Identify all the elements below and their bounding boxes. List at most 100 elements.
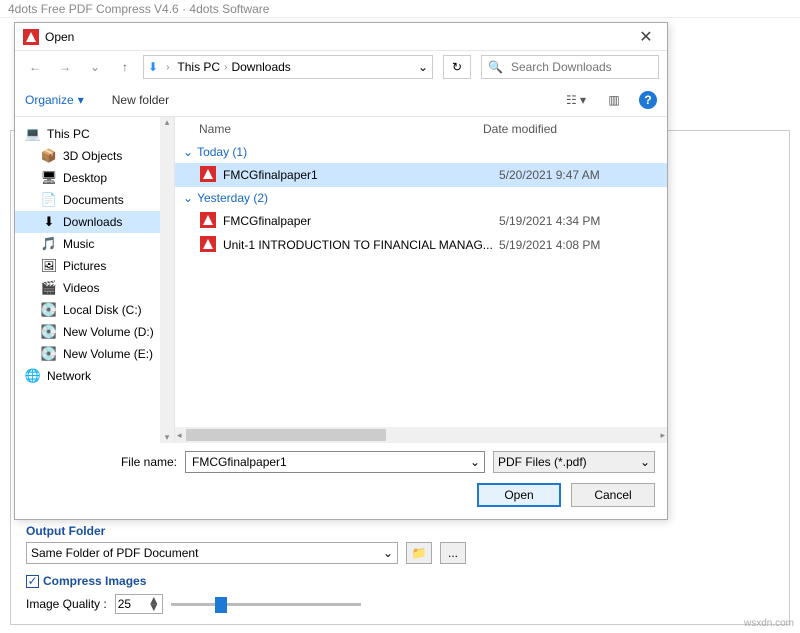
pdf-file-icon <box>199 212 217 231</box>
tree-item-label: This PC <box>47 127 90 141</box>
tree-item-new-volume-e-[interactable]: 💽New Volume (E:) <box>15 343 174 365</box>
group-label: Today (1) <box>197 145 247 159</box>
file-list-pane: Name Date modified ⌄ Today (1) FMCGfinalpa… <box>175 117 667 443</box>
view-mode-button[interactable]: ☷ ▾ <box>559 88 593 112</box>
tree-item-label: Downloads <box>63 215 122 229</box>
column-headers: Name Date modified <box>175 117 667 141</box>
tree-item-label: Videos <box>63 281 99 295</box>
tree-item-music[interactable]: 🎵 Music <box>15 233 174 255</box>
new-folder-button[interactable]: New folder <box>112 93 169 107</box>
address-dropdown-icon[interactable]: ⌄ <box>418 60 428 74</box>
filename-label: File name: <box>27 455 177 469</box>
up-button[interactable]: ↑ <box>113 55 137 79</box>
dialog-title: Open <box>45 30 633 44</box>
tree-item-3d-objects[interactable]: 📦3D Objects <box>15 145 174 167</box>
tree-scrollbar[interactable]: ▴ ▾ <box>160 117 174 443</box>
tree-item-icon: 💻 <box>25 126 41 142</box>
tree-item-network[interactable]: 🌐 Network <box>15 365 174 387</box>
tree-item-icon: 💽 <box>41 346 57 362</box>
refresh-button[interactable]: ↻ <box>443 55 471 79</box>
dialog-body: 💻 This PC 📦3D Objects 🖥 Desktop 📄 Documents ⬇Do… <box>15 117 667 443</box>
tree-item-pictures[interactable]: 🖼Pictures <box>15 255 174 277</box>
tree-item-documents[interactable]: 📄 Documents <box>15 189 174 211</box>
tree-item-downloads[interactable]: ⬇Downloads <box>15 211 174 233</box>
group-label: Yesterday (2) <box>197 191 268 205</box>
pdf-file-icon <box>199 236 217 255</box>
tree-item-label: Network <box>47 369 91 383</box>
file-row[interactable]: FMCGfinalpaper5/19/2021 4:34 PM <box>175 209 667 233</box>
tree-item-label: Documents <box>63 193 124 207</box>
downloads-icon: ⬇ <box>148 60 158 74</box>
tree-item-desktop[interactable]: 🖥 Desktop <box>15 167 174 189</box>
scroll-right-icon[interactable]: ▸ <box>660 430 665 441</box>
file-row[interactable]: Unit-1 INTRODUCTION TO FINANCIAL MANAG..… <box>175 233 667 257</box>
preview-pane-button[interactable]: ▥ <box>597 88 631 112</box>
dialog-bottom: File name: ⌄ PDF Files (*.pdf) ⌄ Open Ca… <box>15 443 667 519</box>
file-name: Unit-1 INTRODUCTION TO FINANCIAL MANAG..… <box>223 238 499 252</box>
organize-button[interactable]: Organize ▾ <box>25 93 84 107</box>
chevron-down-icon: ⌄ <box>183 145 193 159</box>
help-button[interactable]: ? <box>639 91 657 109</box>
search-box[interactable]: 🔍 <box>481 55 659 79</box>
step-down-icon[interactable]: ▼ <box>148 604 160 611</box>
close-button[interactable]: ✕ <box>633 27 659 47</box>
recent-chevron-icon[interactable]: ⌄ <box>83 55 107 79</box>
scroll-down-icon[interactable]: ▾ <box>165 432 170 443</box>
tree-item-label: New Volume (D:) <box>63 325 154 339</box>
pdf-app-icon <box>23 29 39 45</box>
tree-item-icon: 🌐 <box>25 368 41 384</box>
nav-row: ← → ⌄ ↑ ⬇ › This PC › Downloads ⌄ ↻ 🔍 <box>15 51 667 83</box>
tree-item-this-pc[interactable]: 💻 This PC <box>15 123 174 145</box>
chevron-down-icon[interactable]: ⌄ <box>470 455 480 469</box>
file-date: 5/19/2021 4:08 PM <box>499 238 659 252</box>
chevron-down-icon: ▾ <box>78 93 84 107</box>
file-date: 5/19/2021 4:34 PM <box>499 214 659 228</box>
tree-item-label: Desktop <box>63 171 107 185</box>
more-options-button[interactable]: ... <box>440 542 466 564</box>
output-folder-select[interactable]: Same Folder of PDF Document ⌄ <box>26 542 398 564</box>
chevron-right-icon: › <box>164 62 171 73</box>
tree-item-local-disk-c-[interactable]: 💽Local Disk (C:) <box>15 299 174 321</box>
cancel-button[interactable]: Cancel <box>571 483 655 507</box>
compress-images-checkbox[interactable]: ✓ <box>26 575 39 588</box>
filename-field[interactable]: ⌄ <box>185 451 485 473</box>
chevron-right-icon: › <box>222 62 229 73</box>
file-group-header[interactable]: ⌄ Today (1) <box>175 141 667 163</box>
app-titlebar: 4dots Free PDF Compress V4.6 · 4dots Sof… <box>0 0 800 18</box>
browse-folder-button[interactable]: 📁 <box>406 542 432 564</box>
file-name: FMCGfinalpaper1 <box>223 168 499 182</box>
column-name[interactable]: Name <box>183 122 483 136</box>
tree-item-icon: 📦 <box>41 148 57 164</box>
scroll-thumb[interactable] <box>186 429 386 441</box>
breadcrumb: This PC › Downloads <box>177 60 412 74</box>
forward-button: → <box>53 55 77 79</box>
tree-item-icon: 📄 <box>41 192 57 208</box>
back-button[interactable]: ← <box>23 55 47 79</box>
open-button[interactable]: Open <box>477 483 561 507</box>
file-type-filter[interactable]: PDF Files (*.pdf) ⌄ <box>493 451 655 473</box>
image-quality-slider[interactable] <box>171 596 361 612</box>
file-group-header[interactable]: ⌄Yesterday (2) <box>175 187 667 209</box>
column-date[interactable]: Date modified <box>483 122 659 136</box>
app-title: 4dots Free PDF Compress V4.6 · 4dots Sof… <box>8 2 269 16</box>
address-bar[interactable]: ⬇ › This PC › Downloads ⌄ <box>143 55 433 79</box>
file-row[interactable]: FMCGfinalpaper15/20/2021 9:47 AM <box>175 163 667 187</box>
search-input[interactable] <box>509 59 652 75</box>
image-quality-stepper[interactable]: 25 ▲▼ <box>115 594 163 614</box>
open-dialog: Open ✕ ← → ⌄ ↑ ⬇ › This PC › Downloads ⌄… <box>14 22 668 520</box>
tree-item-videos[interactable]: 🎬 Videos <box>15 277 174 299</box>
horizontal-scrollbar[interactable]: ◂ ▸ <box>175 427 667 443</box>
tree-item-icon: 🎵 <box>41 236 57 252</box>
tree-item-icon: 🎬 <box>41 280 57 296</box>
tree-item-label: Music <box>63 237 94 251</box>
scroll-left-icon[interactable]: ◂ <box>177 430 182 441</box>
chevron-down-icon: ⌄ <box>383 546 393 560</box>
tree-item-new-volume-d-[interactable]: 💽New Volume (D:) <box>15 321 174 343</box>
breadcrumb-item[interactable]: Downloads <box>231 60 290 74</box>
output-folder-label: Output Folder <box>26 524 770 538</box>
filename-input[interactable] <box>190 454 470 470</box>
breadcrumb-item[interactable]: This PC <box>177 60 220 74</box>
scroll-up-icon[interactable]: ▴ <box>165 117 170 128</box>
slider-thumb[interactable] <box>215 597 227 613</box>
tree-item-icon: 🖥 <box>41 170 57 186</box>
